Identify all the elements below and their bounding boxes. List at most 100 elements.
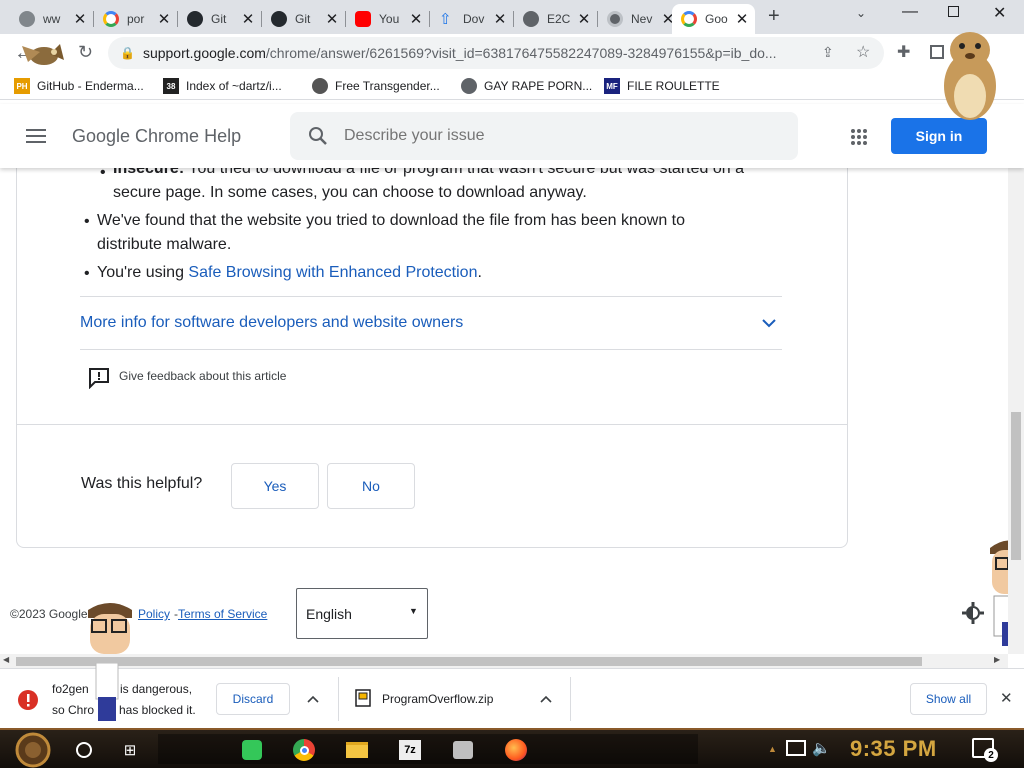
file-explorer-icon[interactable]: [343, 736, 371, 764]
dropdown-caret-icon: ▼: [409, 606, 418, 616]
blocked-text-1: fo2gen: [52, 682, 89, 696]
chevron-up-icon[interactable]: [540, 695, 552, 703]
scroll-left-icon[interactable]: ◀: [3, 655, 9, 664]
app-icon[interactable]: [449, 736, 477, 764]
chevron-down-icon[interactable]: ⌄: [856, 6, 866, 20]
spotify-icon[interactable]: [238, 736, 266, 764]
cartoon-man-sticker-icon: [88, 603, 132, 654]
apps-grid-icon[interactable]: [850, 128, 868, 146]
article-content: • Insecure: You tried to download a file…: [0, 168, 1008, 654]
more-info-expander[interactable]: More info for software developers and we…: [80, 311, 463, 335]
browser-tab[interactable]: E2C ✕: [514, 4, 597, 34]
blocked-text-2b: has blocked it.: [119, 703, 196, 717]
close-icon[interactable]: ✕: [323, 10, 341, 28]
bookmark-label: Index of ~dartz/i...: [186, 79, 282, 93]
hamburger-menu-icon[interactable]: [26, 129, 46, 143]
restore-icon[interactable]: [948, 6, 959, 17]
share-icon[interactable]: ⇪: [822, 44, 834, 61]
scrollbar-thumb[interactable]: [16, 657, 922, 666]
browser-tab[interactable]: Git ✕: [262, 4, 345, 34]
minimize-icon[interactable]: —: [902, 3, 918, 21]
help-search-box[interactable]: [290, 112, 798, 160]
language-select[interactable]: English ▼: [296, 588, 428, 639]
bullet: •: [84, 265, 90, 282]
horizontal-scrollbar[interactable]: ◀ ▶: [0, 654, 1008, 668]
danger-icon: [18, 690, 38, 710]
vertical-scrollbar[interactable]: [1008, 168, 1024, 654]
extensions-icon[interactable]: ✚: [897, 42, 910, 62]
safe-browsing-link[interactable]: Safe Browsing with Enhanced Protection: [188, 264, 477, 281]
download-arrow-icon: ⇧: [439, 11, 452, 28]
insecure-line: Insecure: You tried to download a file o…: [113, 168, 744, 177]
window-close-icon[interactable]: ✕: [993, 3, 1006, 23]
new-tab-icon[interactable]: +: [768, 5, 780, 28]
browser-tab[interactable]: ⇧ Dov ✕: [430, 4, 513, 34]
bookmark-favicon-icon: MF: [604, 78, 620, 94]
page-title: Google Chrome Help: [72, 126, 242, 146]
browser-tab[interactable]: Nev ✕: [598, 4, 681, 34]
yes-button[interactable]: Yes: [231, 463, 319, 509]
bookmark-item[interactable]: PH GitHub - Enderma...: [14, 77, 144, 95]
divider: [17, 424, 847, 425]
insecure-line-2: secure page. In some cases, you can choo…: [113, 184, 587, 201]
volume-muted-icon[interactable]: 🔈: [812, 739, 831, 757]
bookmark-item[interactable]: GAY RAPE PORN...: [461, 77, 592, 95]
zip-file-icon: [355, 689, 371, 707]
divider: [80, 349, 782, 350]
bookmark-item[interactable]: Free Transgender...: [312, 77, 440, 95]
close-icon[interactable]: ✕: [407, 10, 425, 28]
feedback-icon[interactable]: [88, 367, 110, 389]
help-header: Google Chrome Help Sign in: [0, 104, 1024, 168]
safe-browsing-line: You're using Safe Browsing with Enhanced…: [97, 264, 482, 281]
dark-mode-icon[interactable]: [962, 602, 984, 624]
close-icon[interactable]: ✕: [239, 10, 257, 28]
task-view-icon[interactable]: ⊞: [116, 736, 144, 764]
chevron-down-icon[interactable]: [762, 318, 776, 328]
malware-line: We've found that the website you tried t…: [97, 212, 686, 229]
browser-tab[interactable]: por ✕: [94, 4, 177, 34]
start-button-icon[interactable]: [10, 732, 56, 768]
network-icon[interactable]: [786, 740, 806, 756]
clock[interactable]: 9:35 PM: [850, 736, 937, 762]
browser-tab[interactable]: Git ✕: [178, 4, 261, 34]
browser-tab-active[interactable]: Goo ✕: [672, 4, 755, 34]
reload-icon[interactable]: ↻: [78, 42, 93, 63]
download-filename[interactable]: ProgramOverflow.zip: [382, 689, 493, 709]
divider: [80, 296, 782, 297]
cartoon-body-sticker-icon: [95, 663, 119, 721]
close-icon[interactable]: ✕: [1000, 689, 1013, 707]
close-icon[interactable]: ✕: [491, 10, 509, 28]
chrome-icon[interactable]: [290, 736, 318, 764]
blocked-text-2: so Chro: [52, 703, 95, 717]
github-icon: [187, 11, 203, 27]
show-all-button[interactable]: Show all: [910, 683, 987, 715]
browser-tab[interactable]: ww ✕: [10, 4, 93, 34]
chevron-up-icon[interactable]: [307, 695, 319, 703]
address-bar[interactable]: 🔒 support.google.com/chrome/answer/62615…: [108, 37, 884, 69]
youtube-icon: [355, 11, 371, 27]
bookmark-star-icon[interactable]: ☆: [856, 42, 870, 62]
close-icon[interactable]: ✕: [71, 10, 89, 28]
notification-center-icon[interactable]: 2: [972, 738, 998, 762]
no-button[interactable]: No: [327, 463, 415, 509]
search-input[interactable]: [344, 127, 764, 145]
search-icon: [309, 127, 327, 145]
firefox-icon[interactable]: [502, 736, 530, 764]
malware-line-2: distribute malware.: [97, 236, 232, 253]
bookmark-item[interactable]: 38 Index of ~dartz/i...: [163, 77, 282, 95]
browser-tab[interactable]: You ✕: [346, 4, 429, 34]
privacy-link[interactable]: Policy: [138, 607, 170, 621]
cortana-icon[interactable]: [70, 736, 98, 764]
feedback-link[interactable]: Give feedback about this article: [119, 369, 286, 383]
7zip-icon[interactable]: 7z: [396, 736, 424, 764]
scroll-right-icon[interactable]: ▶: [994, 655, 1000, 664]
close-icon[interactable]: ✕: [155, 10, 173, 28]
scrollbar-thumb[interactable]: [1011, 412, 1021, 560]
discard-button[interactable]: Discard: [216, 683, 290, 715]
tray-overflow-icon[interactable]: ▲: [768, 744, 777, 754]
browser-toolbar: ← ↻ 🔒 support.google.com/chrome/answer/6…: [0, 32, 1024, 120]
close-icon[interactable]: ✕: [575, 10, 593, 28]
bookmark-item[interactable]: MF FILE ROULETTE: [604, 77, 720, 95]
terms-link[interactable]: Terms of Service: [178, 607, 267, 621]
close-icon[interactable]: ✕: [733, 10, 751, 28]
